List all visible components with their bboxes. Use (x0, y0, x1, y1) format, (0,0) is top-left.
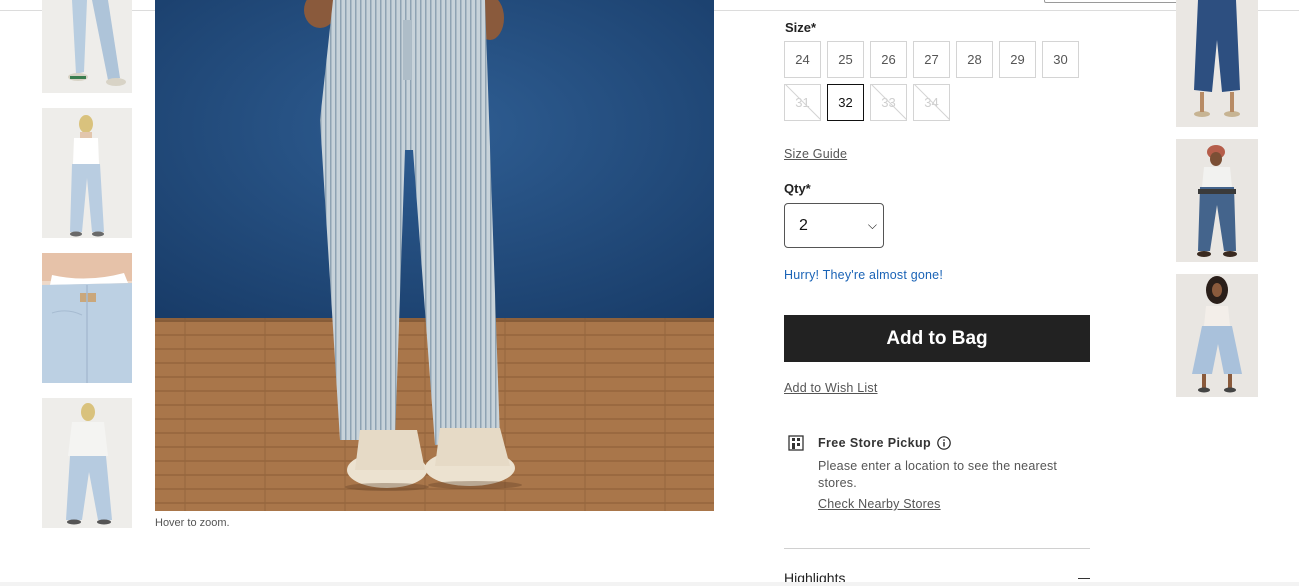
thumbnail-3[interactable] (42, 253, 132, 383)
section-divider (784, 548, 1090, 549)
thumbnail-2[interactable] (42, 108, 132, 238)
size-option-unavailable[interactable]: 33 (870, 84, 907, 121)
size-guide-link[interactable]: Size Guide (784, 147, 847, 161)
store-icon (788, 435, 804, 451)
check-nearby-stores-link[interactable]: Check Nearby Stores (818, 497, 941, 511)
product-thumbnail-full-model-icon (42, 398, 132, 528)
store-pickup-description: Please enter a location to see the neare… (818, 459, 1058, 490)
collapse-minus-icon[interactable] (1078, 578, 1090, 579)
size-option[interactable]: 26 (870, 41, 907, 78)
size-option[interactable]: 25 (827, 41, 864, 78)
chevron-down-icon: ⌵ (867, 218, 877, 232)
page-bottom-bar (0, 582, 1299, 586)
qty-select[interactable]: 2 ⌵ (784, 203, 884, 248)
striped-jeans-image-icon (155, 0, 714, 511)
main-product-image[interactable] (155, 0, 714, 511)
size-option-selected[interactable]: 32 (827, 84, 864, 121)
qty-label: Qty* (784, 181, 811, 196)
size-option[interactable]: 24 (784, 41, 821, 78)
dark-denim-model-icon (1176, 0, 1258, 127)
size-option[interactable]: 28 (956, 41, 993, 78)
cargo-jeans-model-icon (1176, 139, 1258, 262)
thumbnail-1[interactable] (42, 0, 132, 93)
wide-leg-light-denim-model-icon (1176, 274, 1258, 397)
add-to-bag-button[interactable]: Add to Bag (784, 315, 1090, 362)
hover-zoom-hint: Hover to zoom. (155, 517, 230, 529)
size-option[interactable]: 29 (999, 41, 1036, 78)
thumbnail-4[interactable] (42, 398, 132, 528)
add-to-wish-list-link[interactable]: Add to Wish List (784, 381, 878, 395)
product-thumbnail-back-icon (42, 108, 132, 238)
store-pickup-title: Free Store Pickup (818, 436, 932, 450)
qty-value: 2 (799, 217, 808, 234)
related-product-2[interactable] (1176, 139, 1258, 262)
size-option-unavailable[interactable]: 31 (784, 84, 821, 121)
low-stock-message: Hurry! They're almost gone! (784, 268, 944, 282)
info-icon[interactable] (937, 436, 951, 450)
size-option[interactable]: 30 (1042, 41, 1079, 78)
size-label: Size* (785, 20, 817, 35)
size-option-unavailable[interactable]: 34 (913, 84, 950, 121)
product-page: Hover to zoom. Size* 24 25 26 27 28 29 3… (0, 0, 1299, 586)
product-thumbnail-full-front-icon (42, 0, 132, 93)
product-thumbnail-waist-detail-icon (42, 253, 132, 383)
size-option[interactable]: 27 (913, 41, 950, 78)
related-product-1[interactable] (1176, 0, 1258, 127)
related-product-3[interactable] (1176, 274, 1258, 397)
